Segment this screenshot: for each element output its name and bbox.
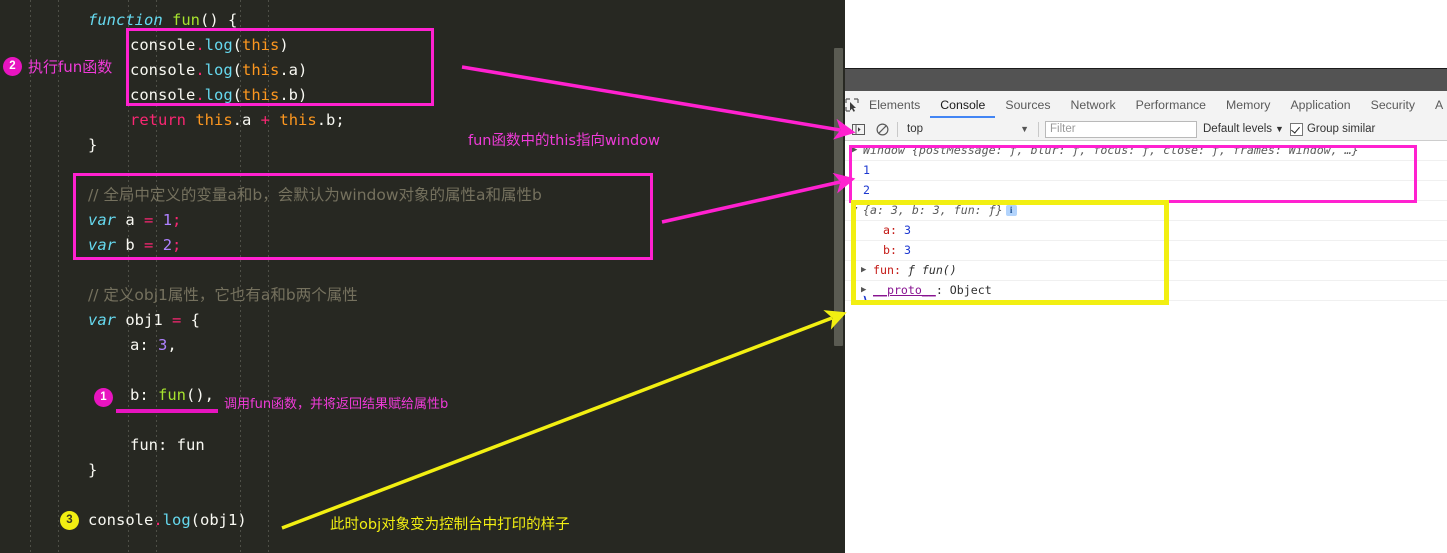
code-token: this	[195, 111, 233, 129]
group-similar-toggle[interactable]: Group similar	[1289, 122, 1376, 136]
devtools-tabbar[interactable]: Elements Console Sources Network Performance…	[845, 91, 1447, 119]
devtools-tab-sources[interactable]: Sources	[995, 91, 1060, 118]
highlight-box-object-output	[851, 200, 1169, 305]
code-line: console.log(obj1)	[88, 508, 247, 533]
console-sidebar-icon[interactable]	[849, 120, 867, 138]
code-token: fun	[172, 11, 200, 29]
highlight-box-window-logs	[849, 145, 1417, 203]
toolbar-divider-1	[897, 121, 898, 137]
code-token: .a	[232, 111, 261, 129]
devtools-titlebar	[845, 68, 1447, 92]
code-token: () {	[200, 11, 238, 29]
console-toolbar[interactable]: top ▼ Filter Default levels ▼ Group simi…	[845, 118, 1447, 141]
devtools-tab-application[interactable]: Application	[1280, 91, 1360, 118]
code-token: var	[88, 311, 116, 329]
code-token: a:	[130, 336, 158, 354]
underline-b-fun	[116, 409, 218, 413]
code-token: {	[181, 311, 201, 329]
screenshot-root: function fun() {console.log(this) console…	[0, 0, 1447, 553]
devtools-tab-security[interactable]: Security	[1361, 91, 1425, 118]
code-line: fun: fun	[130, 433, 205, 458]
code-token: function	[88, 11, 163, 29]
code-line: a: 3,	[130, 333, 177, 358]
code-token: log	[162, 511, 191, 529]
code-token: =	[172, 311, 182, 329]
code-line: var obj1 = {	[88, 308, 200, 333]
highlight-box-console-logs	[126, 28, 434, 106]
devtools-tab-network[interactable]: Network	[1061, 91, 1126, 118]
marker-badge-1: 1	[94, 388, 113, 407]
execution-context-select[interactable]: top ▼	[904, 121, 1032, 138]
note-call-fun: 调用fun函数，并将返回结果赋给属性b	[224, 397, 449, 412]
clear-console-icon[interactable]	[873, 120, 891, 138]
code-token: // 定义obj1属性，它也有a和b两个属性	[88, 286, 358, 304]
code-token: .b;	[316, 111, 345, 129]
devtools-tab-memory[interactable]: Memory	[1216, 91, 1280, 118]
group-similar-checkbox[interactable]	[1289, 122, 1303, 136]
indent-guide	[58, 0, 59, 553]
devtools-tab-a[interactable]: A	[1425, 91, 1447, 118]
code-line: b: fun(),	[130, 383, 214, 408]
code-token: +	[260, 111, 271, 129]
code-editor[interactable]: function fun() {console.log(this) console…	[0, 0, 845, 553]
log-levels-select[interactable]: Default levels ▼	[1203, 123, 1284, 135]
code-token: .	[153, 511, 163, 529]
execution-context-value: top	[907, 123, 923, 135]
devtools-tab-performance[interactable]: Performance	[1126, 91, 1216, 118]
code-line: return this.a + this.b;	[130, 108, 345, 133]
code-token: (obj1)	[190, 511, 247, 529]
page-viewport	[845, 0, 1447, 68]
chevron-down-icon: ▼	[1020, 124, 1029, 134]
editor-scrollbar[interactable]	[834, 48, 843, 346]
code-line: }	[88, 133, 97, 158]
devtools-tab-elements[interactable]: Elements	[859, 91, 930, 118]
code-token: 3	[158, 336, 168, 354]
code-line: // 定义obj1属性，它也有a和b两个属性	[88, 283, 358, 308]
filter-placeholder: Filter	[1050, 123, 1076, 135]
highlight-box-global-vars	[73, 173, 653, 260]
note-exec-fun: 执行fun函数	[28, 58, 113, 76]
inspect-element-icon[interactable]	[845, 91, 859, 118]
note-obj-console: 此时obj对象变为控制台中打印的样子	[330, 517, 570, 533]
code-token: return	[130, 111, 186, 129]
indent-guide	[30, 0, 31, 553]
filter-input[interactable]: Filter	[1045, 120, 1197, 138]
code-token: ,	[167, 336, 177, 354]
toolbar-divider-2	[1038, 121, 1039, 137]
code-token: }	[88, 461, 98, 479]
code-token: }	[88, 136, 98, 154]
code-token: fun	[158, 386, 186, 404]
group-similar-label: Group similar	[1306, 123, 1376, 135]
code-token: console	[88, 511, 154, 529]
marker-badge-2: 2	[3, 57, 22, 76]
chevron-down-icon: ▼	[1275, 124, 1284, 134]
code-token: obj1	[116, 311, 172, 329]
code-token: this	[279, 111, 317, 129]
marker-badge-3: 3	[60, 511, 79, 530]
code-token: (),	[186, 386, 214, 404]
code-token: b:	[130, 386, 158, 404]
note-this-window: fun函数中的this指向window	[468, 133, 660, 149]
code-token: fun: fun	[130, 436, 205, 454]
code-line: }	[88, 458, 97, 483]
log-levels-label: Default levels	[1203, 123, 1273, 135]
devtools-tab-console[interactable]: Console	[930, 91, 995, 118]
